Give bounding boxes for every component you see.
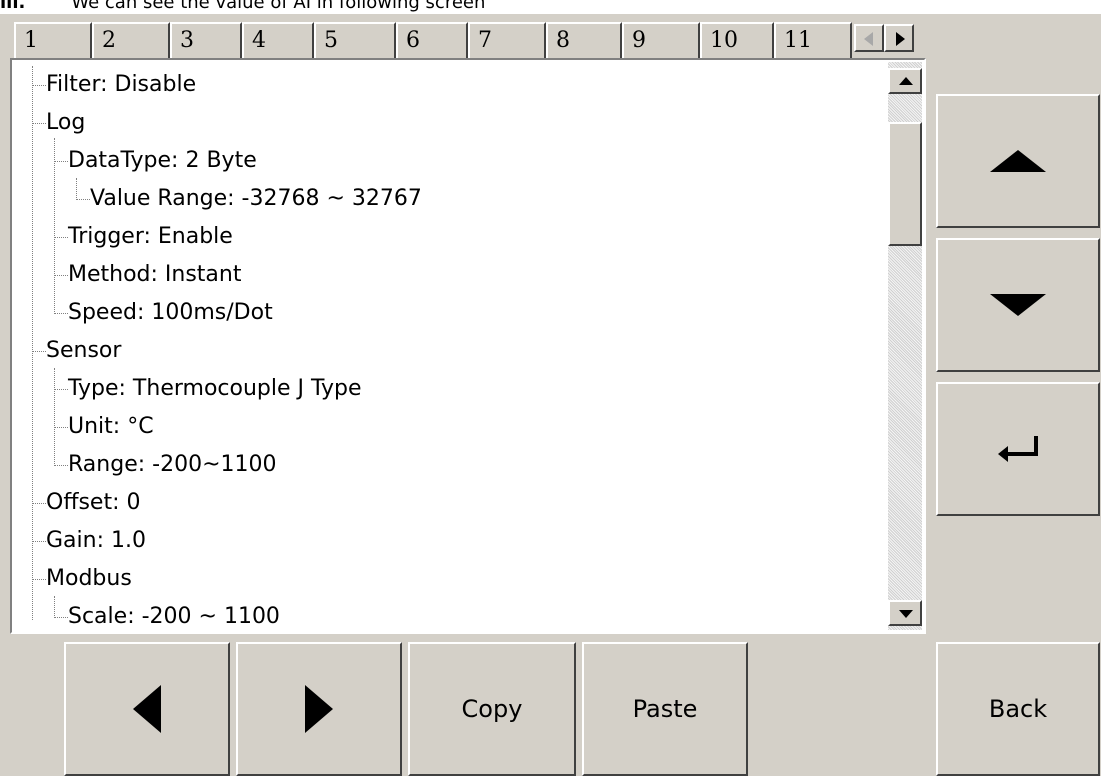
tab-9[interactable]: 9 (622, 22, 700, 58)
scroll-down-button[interactable] (888, 600, 922, 626)
settings-tree: Filter: Disable Log DataType: 2 Byte Val… (12, 60, 886, 632)
tree-connector (32, 66, 33, 620)
tree-item-gain[interactable]: Gain: 1.0 (46, 522, 146, 560)
instruction-caption: iii. We can see the value of AI in follow… (0, 0, 1101, 14)
enter-button[interactable] (936, 382, 1100, 516)
tab-11[interactable]: 11 (774, 22, 852, 58)
tab-5[interactable]: 5 (314, 22, 396, 58)
scroll-down-icon (899, 610, 913, 618)
tree-item-scale[interactable]: Scale: -200 ~ 1100 (68, 598, 280, 632)
tree-connector (54, 368, 55, 466)
tab-scroll-left-icon (864, 32, 873, 46)
tree-item-speed[interactable]: Speed: 100ms/Dot (68, 294, 273, 332)
tree-item-method[interactable]: Method: Instant (68, 256, 242, 294)
tree-item-sensor[interactable]: Sensor (46, 332, 121, 370)
tree-item-unit[interactable]: Unit: °C (68, 408, 154, 446)
right-arrow-icon (305, 685, 333, 733)
tree-connector (54, 596, 55, 616)
tab-scroll-right-button[interactable] (884, 24, 914, 52)
tree-item-value-range[interactable]: Value Range: -32768 ~ 32767 (90, 180, 422, 218)
down-arrow-icon (990, 294, 1046, 316)
previous-button[interactable] (64, 642, 230, 776)
caption-text: We can see the value of AI in following … (71, 0, 486, 13)
tab-10[interactable]: 10 (700, 22, 774, 58)
tab-scroll-left-button[interactable] (854, 24, 884, 52)
tree-item-filter[interactable]: Filter: Disable (46, 66, 196, 104)
move-up-button[interactable] (936, 94, 1100, 228)
tab-8[interactable]: 8 (546, 22, 622, 58)
scroll-up-icon (899, 77, 913, 85)
tab-7[interactable]: 7 (468, 22, 546, 58)
tree-connector (54, 138, 55, 312)
left-arrow-icon (133, 685, 161, 733)
tab-3[interactable]: 3 (170, 22, 242, 58)
tree-vertical-scrollbar[interactable] (888, 62, 922, 630)
tree-item-modbus[interactable]: Modbus (46, 560, 132, 598)
tree-connector (76, 178, 77, 198)
enter-return-icon (998, 436, 1038, 462)
caption-marker: iii. (0, 0, 26, 13)
paste-button[interactable]: Paste (582, 642, 748, 776)
tree-item-log[interactable]: Log (46, 104, 85, 142)
scrollbar-thumb[interactable] (888, 122, 922, 246)
up-arrow-icon (990, 150, 1046, 172)
tab-4[interactable]: 4 (242, 22, 314, 58)
tree-item-range[interactable]: Range: -200~1100 (68, 446, 276, 484)
tree-item-offset[interactable]: Offset: 0 (46, 484, 141, 522)
tab-1[interactable]: 1 (14, 22, 92, 60)
back-button-label: Back (988, 695, 1048, 723)
tree-item-trigger[interactable]: Trigger: Enable (68, 218, 233, 256)
tab-2[interactable]: 2 (92, 22, 170, 58)
ai-settings-tree-panel: Filter: Disable Log DataType: 2 Byte Val… (10, 58, 926, 634)
tab-scroll-right-icon (896, 32, 905, 46)
tree-item-datatype[interactable]: DataType: 2 Byte (68, 142, 257, 180)
back-button[interactable]: Back (936, 642, 1100, 776)
next-button[interactable] (236, 642, 402, 776)
copy-button-label: Copy (461, 695, 523, 723)
tree-item-type[interactable]: Type: Thermocouple J Type (68, 370, 362, 408)
copy-button[interactable]: Copy (408, 642, 576, 776)
tab-6[interactable]: 6 (396, 22, 468, 58)
paste-button-label: Paste (632, 695, 698, 723)
move-down-button[interactable] (936, 238, 1100, 372)
scroll-up-button[interactable] (888, 68, 922, 94)
